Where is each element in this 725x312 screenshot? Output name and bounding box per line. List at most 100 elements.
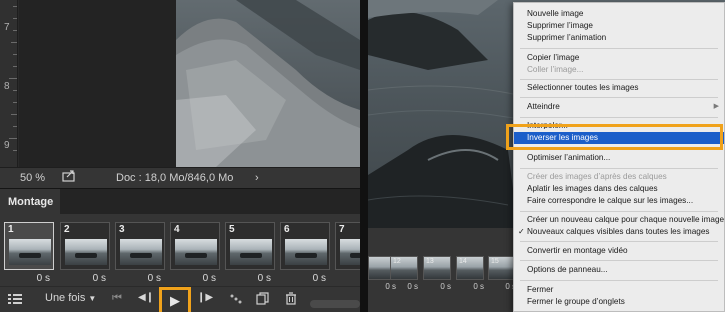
- frame-item[interactable]: 7 0 s: [335, 222, 360, 286]
- menu-separator: [520, 211, 718, 212]
- frame-item[interactable]: 14 0 s: [456, 256, 484, 296]
- frame-thumbnail: 14: [456, 256, 484, 280]
- frame-number: 4: [174, 224, 180, 235]
- previous-frame-button[interactable]: ◀❙: [138, 292, 154, 303]
- play-icon: ▶: [170, 293, 180, 308]
- status-bar: 50 % Doc : 18,0 Mo/846,0 Mo ›: [0, 167, 360, 188]
- menu-item-creer-images-calques: Créer des images d’après des calques: [527, 172, 667, 181]
- frame-delay[interactable]: 0 s: [423, 282, 451, 291]
- frame-delay[interactable]: 0 s: [60, 273, 110, 284]
- menu-item-convertir-montage-video[interactable]: Convertir en montage vidéo: [514, 245, 724, 257]
- menu-item-coller-image: Coller l’image...: [527, 65, 584, 74]
- export-icon[interactable]: [62, 170, 76, 185]
- frames-strip: 1 0 s 2 0 s 3 0 s 4 0 s 5 0 s 6 0 s 7: [0, 214, 360, 286]
- menu-item-atteindre[interactable]: Atteindre ▶: [514, 101, 724, 113]
- ruler-number: 9: [4, 140, 10, 151]
- frame-item[interactable]: 3 0 s: [115, 222, 165, 286]
- zoom-level[interactable]: 50 %: [20, 172, 45, 184]
- play-button[interactable]: ▶: [159, 287, 191, 312]
- frame-number: 7: [339, 224, 345, 235]
- menu-item-faire-correspondre[interactable]: Faire correspondre le calque sur les ima…: [514, 195, 724, 207]
- frame-delay[interactable]: 0 s: [488, 282, 516, 291]
- frame-number: 12: [393, 258, 401, 265]
- frame-delay[interactable]: 0 s: [280, 273, 330, 284]
- frame-delay[interactable]: 0 s: [4, 273, 54, 284]
- menu-item-selectionner-toutes[interactable]: Sélectionner toutes les images: [514, 82, 724, 94]
- panel-context-menu: Nouvelle image Supprimer l’image Supprim…: [513, 2, 725, 312]
- frame-delay[interactable]: 0 s: [390, 282, 418, 291]
- frame-thumbnail: 13: [423, 256, 451, 280]
- frame-delay[interactable]: 0 s: [456, 282, 484, 291]
- menu-item-fermer-groupe-onglets[interactable]: Fermer le groupe d’onglets: [514, 296, 724, 308]
- convert-timeline-icon[interactable]: [8, 293, 22, 308]
- menu-item-copier-image[interactable]: Copier l’image: [514, 52, 724, 64]
- ruler-number: 7: [4, 22, 10, 33]
- menu-item-optimiser-animation[interactable]: Optimiser l’animation...: [514, 152, 724, 164]
- menu-item-supprimer-image[interactable]: Supprimer l’image: [514, 20, 724, 32]
- ruler-number: 8: [4, 81, 10, 92]
- chevron-down-icon: ▼: [88, 294, 97, 303]
- menu-separator: [520, 241, 718, 242]
- frame-thumbnail: 15: [488, 256, 516, 280]
- frame-thumbnail: [9, 239, 51, 265]
- frame-thumbnail: [340, 239, 360, 265]
- frame-thumbnail: [230, 239, 272, 265]
- menu-item-label: Nouveaux calques visibles dans toutes le…: [527, 227, 710, 236]
- menu-item-aplatir-images[interactable]: Aplatir les images dans des calques: [514, 183, 724, 195]
- menu-item-nouveau-calque-chaque-image[interactable]: Créer un nouveau calque pour chaque nouv…: [514, 214, 724, 226]
- menu-item-options-panneau[interactable]: Options de panneau...: [514, 264, 724, 276]
- frame-item[interactable]: 4 0 s: [170, 222, 220, 286]
- frame-thumbnail: [120, 239, 162, 265]
- menu-separator: [520, 117, 718, 118]
- frame-number: 5: [229, 224, 235, 235]
- tab-montage[interactable]: Montage: [0, 189, 60, 215]
- horizontal-scrollbar[interactable]: [310, 300, 360, 308]
- loop-options-dropdown[interactable]: Une fois ▼: [45, 292, 96, 304]
- menu-item-label: Atteindre: [527, 102, 560, 111]
- frame-number: 15: [491, 258, 499, 265]
- annotation-highlight: [506, 124, 723, 150]
- menu-item-fermer[interactable]: Fermer: [514, 284, 724, 296]
- panel-tab-bar: Montage: [0, 188, 360, 215]
- frame-thumbnail: [65, 239, 107, 265]
- frame-item[interactable]: 2 0 s: [60, 222, 110, 286]
- frame-number: 6: [284, 224, 290, 235]
- status-arrow-icon[interactable]: ›: [255, 172, 259, 184]
- menu-separator: [520, 260, 718, 261]
- menu-item-nouvelle-image[interactable]: Nouvelle image: [514, 8, 724, 20]
- tween-icon[interactable]: [229, 293, 243, 308]
- duplicate-frame-icon[interactable]: [256, 292, 269, 308]
- frame-number: 1: [8, 224, 14, 235]
- menu-item-nouveaux-calques-visibles[interactable]: ✓ Nouveaux calques visibles dans toutes …: [514, 226, 724, 238]
- frame-delay[interactable]: 0 s: [225, 273, 275, 284]
- frame-thumbnail: 12: [390, 256, 418, 280]
- document-info: Doc : 18,0 Mo/846,0 Mo: [116, 172, 234, 184]
- first-frame-button[interactable]: ⏮: [112, 292, 122, 305]
- frame-number: 2: [64, 224, 70, 235]
- frame-number: 3: [119, 224, 125, 235]
- frame-delay[interactable]: 0 s: [115, 273, 165, 284]
- frame-item[interactable]: 5 0 s: [225, 222, 275, 286]
- frame-item[interactable]: 15 0 s: [488, 256, 516, 296]
- frame-number: 14: [459, 258, 467, 265]
- menu-separator: [520, 97, 718, 98]
- frame-number: 13: [426, 258, 434, 265]
- menu-separator: [520, 168, 718, 169]
- checkmark-icon: ✓: [518, 227, 525, 236]
- menu-separator: [520, 79, 718, 80]
- frame-delay[interactable]: 0 s: [335, 273, 360, 284]
- left-pane: 7 8 9 50 % Doc : 18,0 Mo/846,0 Mo › Mont…: [0, 0, 360, 312]
- frame-item[interactable]: 13 0 s: [423, 256, 451, 296]
- submenu-arrow-icon: ▶: [713, 103, 719, 110]
- frame-thumbnail: [175, 239, 217, 265]
- menu-item-supprimer-animation[interactable]: Supprimer l’animation: [514, 32, 724, 44]
- frame-item[interactable]: 6 0 s: [280, 222, 330, 286]
- frame-delay[interactable]: 0 s: [170, 273, 220, 284]
- frame-item[interactable]: 1 0 s: [4, 222, 54, 286]
- canvas-photo[interactable]: [176, 0, 360, 167]
- next-frame-button[interactable]: ❙▶: [197, 292, 213, 303]
- frame-item[interactable]: 12 0 s: [390, 256, 418, 296]
- window-divider: [360, 0, 368, 312]
- loop-label: Une fois: [45, 292, 86, 304]
- trash-icon[interactable]: [285, 292, 297, 308]
